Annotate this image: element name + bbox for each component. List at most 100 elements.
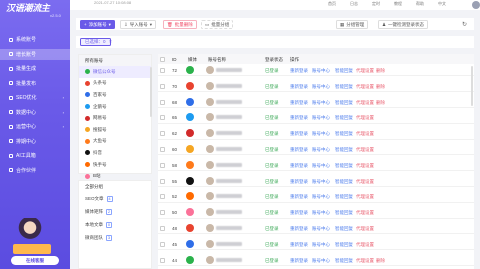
relogin-link[interactable]: 重新登录 bbox=[290, 131, 308, 137]
platform-item[interactable]: 抖音 bbox=[79, 147, 151, 159]
batch-delete-button[interactable]: 🗑 批量删除 bbox=[163, 20, 197, 29]
import-account-button[interactable]: ⇩ 导入账号 ▾ bbox=[120, 20, 157, 29]
sidebar-item-5[interactable]: 数据中心 › bbox=[0, 107, 70, 118]
table-scrollbar[interactable] bbox=[471, 66, 473, 106]
smart-reply-link[interactable]: 智能回复 bbox=[335, 84, 353, 90]
relogin-link[interactable]: 重新登录 bbox=[290, 194, 308, 200]
platform-item[interactable]: 微信公众号 bbox=[79, 66, 151, 78]
smart-reply-link[interactable]: 智能回复 bbox=[335, 226, 353, 232]
relogin-link[interactable]: 重新登录 bbox=[290, 226, 308, 232]
smart-reply-link[interactable]: 智能回复 bbox=[335, 100, 353, 106]
delete-link[interactable]: 删除 bbox=[376, 68, 385, 74]
row-checkbox[interactable] bbox=[160, 68, 165, 73]
sidebar-item-7[interactable]: 排期中心 bbox=[0, 136, 70, 147]
sidebar-item-9[interactable]: 合作伙伴 bbox=[0, 165, 70, 176]
account-center-link[interactable]: 账号中心 bbox=[312, 163, 330, 169]
row-checkbox[interactable] bbox=[160, 162, 165, 168]
select-all-checkbox[interactable] bbox=[160, 56, 165, 62]
account-center-link[interactable]: 账号中心 bbox=[312, 226, 330, 232]
topnav-item[interactable]: 中文 bbox=[438, 1, 446, 7]
group-manage-button[interactable]: ▦ 分组管理 bbox=[336, 20, 369, 29]
smart-reply-link[interactable]: 智能回复 bbox=[335, 194, 353, 200]
user-avatar[interactable] bbox=[472, 1, 480, 9]
delete-link[interactable]: 删除 bbox=[376, 258, 385, 264]
row-checkbox[interactable] bbox=[160, 99, 165, 105]
smart-reply-link[interactable]: 智能回复 bbox=[335, 115, 353, 121]
close-icon[interactable]: × bbox=[109, 39, 112, 45]
proxy-settings-link[interactable]: 代理设置 bbox=[356, 147, 374, 153]
topnav-item[interactable]: 日志 bbox=[350, 1, 358, 7]
row-checkbox[interactable] bbox=[160, 147, 165, 152]
smart-reply-link[interactable]: 智能回复 bbox=[335, 147, 353, 153]
relogin-link[interactable]: 重新登录 bbox=[290, 84, 308, 90]
account-center-link[interactable]: 账号中心 bbox=[312, 179, 330, 185]
proxy-settings-link[interactable]: 代理设置 bbox=[356, 115, 374, 121]
platform-item[interactable]: 快手号 bbox=[79, 159, 151, 171]
proxy-settings-link[interactable]: 代理设置 bbox=[356, 258, 374, 264]
relogin-link[interactable]: 重新登录 bbox=[290, 100, 308, 106]
platform-item[interactable]: 百家号 bbox=[79, 89, 151, 101]
topnav-item[interactable]: 定时 bbox=[372, 1, 380, 7]
row-checkbox[interactable] bbox=[160, 131, 165, 137]
smart-reply-link[interactable]: 智能回复 bbox=[335, 258, 353, 264]
platform-scrollbar[interactable] bbox=[150, 67, 152, 117]
account-center-link[interactable]: 账号中心 bbox=[312, 147, 330, 153]
account-center-link[interactable]: 账号中心 bbox=[312, 242, 330, 248]
account-center-link[interactable]: 账号中心 bbox=[312, 131, 330, 137]
proxy-settings-link[interactable]: 代理设置 bbox=[356, 131, 374, 137]
group-item[interactable]: 媒体矩阵 2 bbox=[79, 205, 151, 218]
relogin-link[interactable]: 重新登录 bbox=[290, 179, 308, 185]
account-center-link[interactable]: 账号中心 bbox=[312, 210, 330, 216]
smart-reply-link[interactable]: 智能回复 bbox=[335, 210, 353, 216]
batch-group-button[interactable]: ▭ 批量分组 bbox=[201, 20, 234, 29]
relogin-link[interactable]: 重新登录 bbox=[290, 163, 308, 169]
proxy-settings-link[interactable]: 代理设置 bbox=[356, 210, 374, 216]
row-checkbox[interactable] bbox=[160, 178, 165, 184]
row-checkbox[interactable] bbox=[160, 194, 165, 200]
online-service-button[interactable]: 在线客服 bbox=[11, 256, 59, 265]
relogin-link[interactable]: 重新登录 bbox=[290, 115, 308, 121]
delete-link[interactable]: 删除 bbox=[376, 84, 385, 90]
proxy-settings-link[interactable]: 代理设置 bbox=[356, 179, 374, 185]
smart-reply-link[interactable]: 智能回复 bbox=[335, 242, 353, 248]
account-center-link[interactable]: 账号中心 bbox=[312, 115, 330, 121]
proxy-settings-link[interactable]: 代理设置 bbox=[356, 194, 374, 200]
relogin-link[interactable]: 重新登录 bbox=[290, 147, 308, 153]
smart-reply-link[interactable]: 智能回复 bbox=[335, 68, 353, 74]
proxy-settings-link[interactable]: 代理设置 bbox=[356, 242, 374, 248]
proxy-settings-link[interactable]: 代理设置 bbox=[356, 226, 374, 232]
proxy-settings-link[interactable]: 代理设置 bbox=[356, 163, 374, 169]
add-account-button[interactable]: + 添加账号 ▾ bbox=[80, 20, 115, 29]
row-checkbox[interactable] bbox=[160, 210, 165, 216]
relogin-link[interactable]: 重新登录 bbox=[290, 68, 308, 74]
relogin-link[interactable]: 重新登录 bbox=[290, 242, 308, 248]
topnav-item[interactable]: 首页 bbox=[328, 1, 336, 7]
smart-reply-link[interactable]: 智能回复 bbox=[335, 131, 353, 137]
group-item[interactable]: 本地文章 0 bbox=[79, 218, 151, 231]
row-checkbox[interactable] bbox=[160, 241, 165, 247]
row-checkbox[interactable] bbox=[160, 83, 165, 89]
smart-reply-link[interactable]: 智能回复 bbox=[335, 163, 353, 169]
proxy-settings-link[interactable]: 代理设置 bbox=[356, 84, 374, 90]
topnav-item[interactable]: 教程 bbox=[394, 1, 402, 7]
group-item[interactable]: 微商团队 3 bbox=[79, 231, 151, 244]
sidebar-item-2[interactable]: 批量生成 bbox=[0, 63, 70, 74]
account-center-link[interactable]: 账号中心 bbox=[312, 194, 330, 200]
group-item[interactable]: SEO文章 4 bbox=[79, 192, 151, 205]
platform-item[interactable]: 网易号 bbox=[79, 112, 151, 124]
sidebar-item-3[interactable]: 批量发布 bbox=[0, 78, 70, 89]
refresh-icon[interactable]: ↻ bbox=[462, 21, 467, 28]
platform-item[interactable]: 大鱼号 bbox=[79, 136, 151, 148]
account-center-link[interactable]: 账号中心 bbox=[312, 68, 330, 74]
sidebar-item-8[interactable]: AI工具箱 bbox=[0, 150, 70, 161]
account-center-link[interactable]: 账号中心 bbox=[312, 258, 330, 264]
relogin-link[interactable]: 重新登录 bbox=[290, 258, 308, 264]
platform-item[interactable]: 头条号 bbox=[79, 78, 151, 90]
account-center-link[interactable]: 账号中心 bbox=[312, 100, 330, 106]
delete-link[interactable]: 删除 bbox=[376, 100, 385, 106]
relogin-link[interactable]: 重新登录 bbox=[290, 210, 308, 216]
proxy-settings-link[interactable]: 代理设置 bbox=[356, 100, 374, 106]
check-login-button[interactable]: ♟ 一键检测登录状态 bbox=[378, 20, 429, 29]
sidebar-item-0[interactable]: 系统账号 bbox=[0, 34, 70, 45]
sidebar-item-4[interactable]: SEO优化 › bbox=[0, 92, 70, 103]
